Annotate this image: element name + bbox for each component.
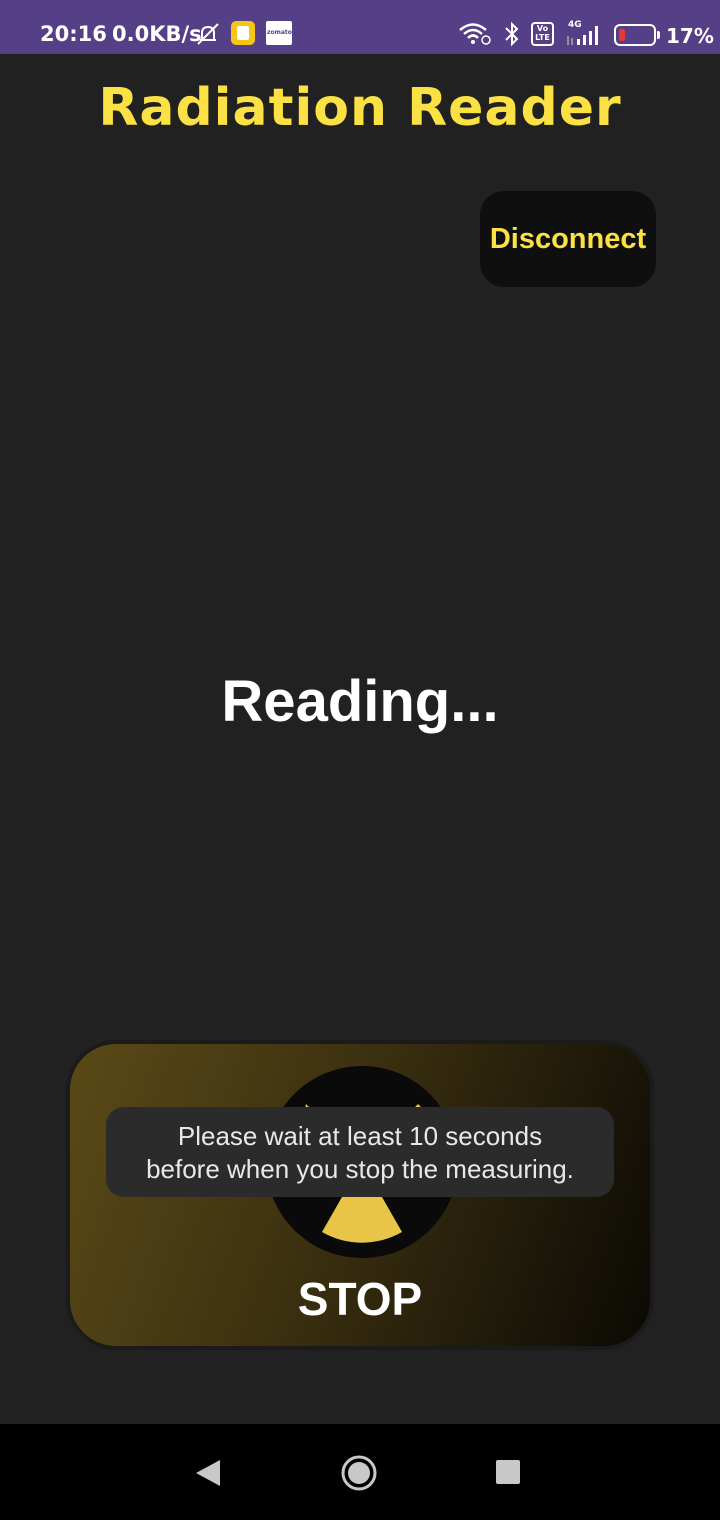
notifications-off-icon xyxy=(197,23,219,45)
zomato-label: zomato xyxy=(267,29,292,36)
zomato-icon: zomato xyxy=(266,21,292,45)
battery-icon xyxy=(614,24,656,46)
wifi-icon xyxy=(459,23,491,45)
app-notification-icon xyxy=(231,21,255,45)
toast-line-1: Please wait at least 10 seconds xyxy=(177,1121,543,1151)
bluetooth-icon xyxy=(505,21,519,47)
status-bar: 20:16 0.0KB/s zomato Vo LTE 4G 17% xyxy=(0,0,720,54)
disconnect-button-label: Disconnect xyxy=(489,222,647,255)
signal-icon xyxy=(567,26,598,45)
status-time: 20:16 xyxy=(40,22,107,46)
stop-button-label: STOP xyxy=(297,1273,423,1325)
battery-percent: 17% xyxy=(666,24,714,48)
reading-status-text: Reading... xyxy=(221,669,499,734)
app-title: Radiation Reader xyxy=(98,78,622,138)
battery-level-fill xyxy=(619,29,625,41)
recents-icon[interactable] xyxy=(496,1460,520,1484)
volte-icon: Vo LTE xyxy=(531,22,554,46)
status-network-speed: 0.0KB/s xyxy=(112,22,202,46)
back-icon[interactable] xyxy=(192,1458,226,1488)
toast-message: Please wait at least 10 seconds before w… xyxy=(106,1107,614,1197)
toast-line-2: before when you stop the measuring. xyxy=(146,1154,574,1184)
navigation-bar xyxy=(0,1424,720,1520)
home-icon[interactable] xyxy=(340,1454,378,1492)
battery-tip xyxy=(657,31,660,39)
disconnect-button[interactable]: Disconnect xyxy=(480,191,656,287)
